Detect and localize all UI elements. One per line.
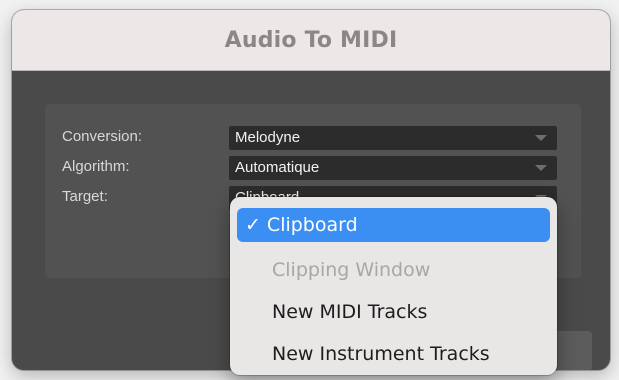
conversion-value: Melodyne — [235, 129, 301, 146]
menu-item-label: New Instrument Tracks — [272, 343, 490, 365]
chevron-down-icon — [535, 165, 547, 171]
algorithm-label: Algorithm: — [62, 158, 130, 175]
menu-item-label: Clipping Window — [272, 259, 431, 281]
dialog-title: Audio To MIDI — [224, 27, 398, 53]
menu-item-label: New MIDI Tracks — [272, 301, 428, 323]
target-dropdown-menu: ✓ Clipboard Clipping Window New MIDI Trac… — [230, 197, 557, 375]
menu-item-clipboard[interactable]: ✓ Clipboard — [237, 208, 550, 242]
dialog-titlebar[interactable]: Audio To MIDI — [12, 10, 610, 71]
checkmark-icon: ✓ — [245, 214, 261, 236]
algorithm-select[interactable]: Automatique — [229, 156, 557, 180]
target-label: Target: — [62, 188, 108, 205]
menu-item-label: Clipboard — [266, 214, 358, 236]
menu-item-clipping-window: Clipping Window — [237, 253, 550, 287]
algorithm-value: Automatique — [235, 159, 320, 176]
conversion-label: Conversion: — [62, 128, 143, 145]
menu-item-new-instrument-tracks[interactable]: New Instrument Tracks — [237, 337, 550, 371]
menu-item-new-midi-tracks[interactable]: New MIDI Tracks — [237, 295, 550, 329]
chevron-down-icon — [535, 135, 547, 141]
conversion-select[interactable]: Melodyne — [229, 126, 557, 150]
